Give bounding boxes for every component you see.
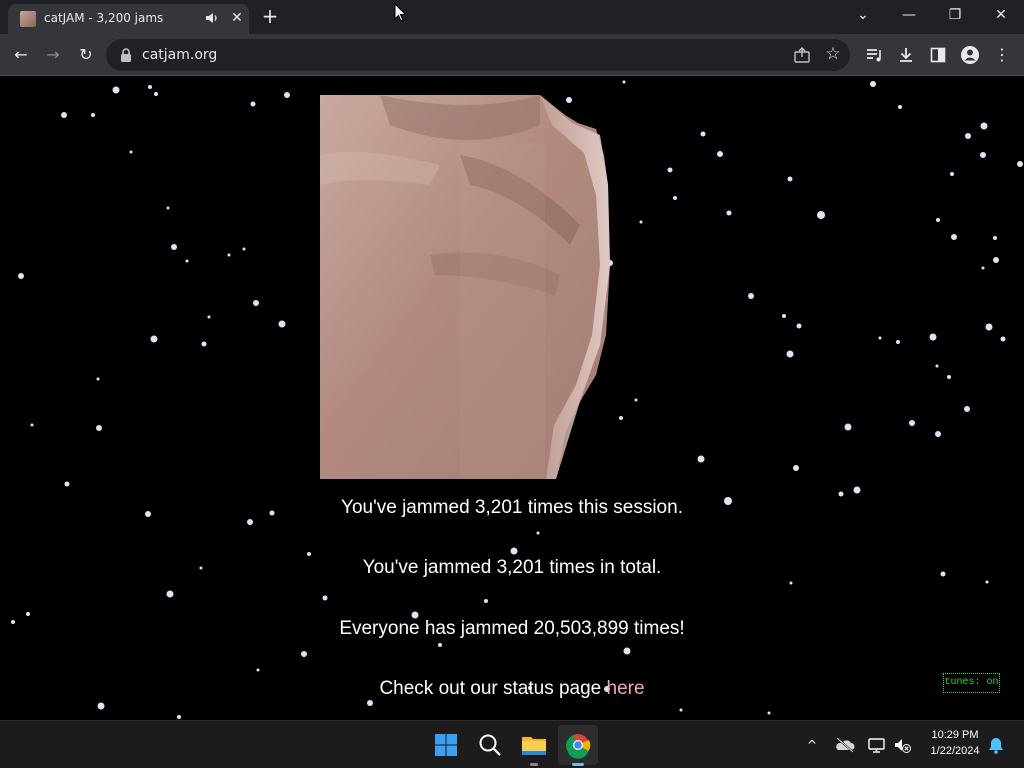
- windows-taskbar: ^ 10:29 PM 1/22/2024: [0, 720, 1024, 768]
- media-controls-icon[interactable]: [860, 41, 888, 69]
- tab-search-icon[interactable]: ⌄: [840, 0, 886, 32]
- tab-title: catJAM - 3,200 jams: [44, 11, 164, 25]
- share-icon[interactable]: [792, 45, 812, 65]
- status-page-text: Check out our status page: [379, 678, 607, 699]
- network-icon[interactable]: [866, 735, 888, 755]
- status-page-line: Check out our status page here: [0, 678, 1024, 700]
- minimize-button[interactable]: —: [886, 0, 932, 32]
- global-jam-count: Everyone has jammed 20,503,899 times!: [339, 618, 685, 639]
- volume-muted-icon[interactable]: [892, 735, 912, 755]
- browser-tab-catjam[interactable]: catJAM - 3,200 jams ✕: [8, 4, 249, 34]
- windows-start-icon[interactable]: [426, 725, 466, 765]
- notification-bell-icon[interactable]: [986, 735, 1006, 755]
- search-icon[interactable]: [470, 725, 510, 765]
- catjam-cat-image[interactable]: [320, 95, 610, 479]
- taskbar-clock-time[interactable]: 10:29 PM: [920, 729, 990, 741]
- status-page-link[interactable]: here: [607, 678, 645, 699]
- browser-titlebar: catJAM - 3,200 jams ✕ + ⌄ — ❐ ✕: [0, 0, 1024, 34]
- new-tab-button[interactable]: +: [258, 5, 282, 29]
- browser-toolbar: ← → ↻ catjam.org ☆ ⋮: [0, 34, 1024, 76]
- tab-favicon-icon: [20, 11, 36, 27]
- mouse-cursor-icon: [394, 3, 407, 22]
- chrome-icon[interactable]: [558, 725, 598, 765]
- tunes-toggle[interactable]: tunes: on: [943, 673, 1000, 693]
- lock-icon[interactable]: [120, 48, 132, 62]
- back-button[interactable]: ←: [7, 41, 35, 69]
- bookmark-star-icon[interactable]: ☆: [822, 43, 844, 65]
- taskbar-clock-date[interactable]: 1/22/2024: [920, 745, 990, 757]
- chrome-active-indicator: [572, 763, 584, 766]
- file-explorer-icon[interactable]: [514, 725, 554, 765]
- url-text[interactable]: catjam.org: [142, 47, 217, 63]
- restore-button[interactable]: ❐: [932, 0, 978, 32]
- reload-button[interactable]: ↻: [72, 41, 100, 69]
- onedrive-icon[interactable]: [834, 735, 856, 755]
- close-window-button[interactable]: ✕: [978, 0, 1024, 32]
- total-jam-count: You've jammed 3,201 times in total.: [362, 557, 662, 578]
- side-panel-icon[interactable]: [924, 41, 952, 69]
- screen: catJAM - 3,200 jams ✕ + ⌄ — ❐ ✕ ← → ↻ ca…: [0, 0, 1024, 768]
- forward-button[interactable]: →: [39, 41, 67, 69]
- explorer-running-indicator: [530, 763, 538, 766]
- tab-close-icon[interactable]: ✕: [228, 9, 246, 27]
- speaker-icon[interactable]: [204, 10, 220, 26]
- session-jam-count: You've jammed 3,201 times this session.: [341, 497, 683, 518]
- profile-icon[interactable]: [956, 41, 984, 69]
- page-content: You've jammed 3,201 times this session. …: [0, 77, 1024, 720]
- show-hidden-icons-chevron-icon[interactable]: ^: [802, 735, 822, 755]
- chrome-menu-icon[interactable]: ⋮: [988, 41, 1016, 69]
- address-bar[interactable]: catjam.org ☆: [106, 39, 850, 71]
- download-icon[interactable]: [892, 41, 920, 69]
